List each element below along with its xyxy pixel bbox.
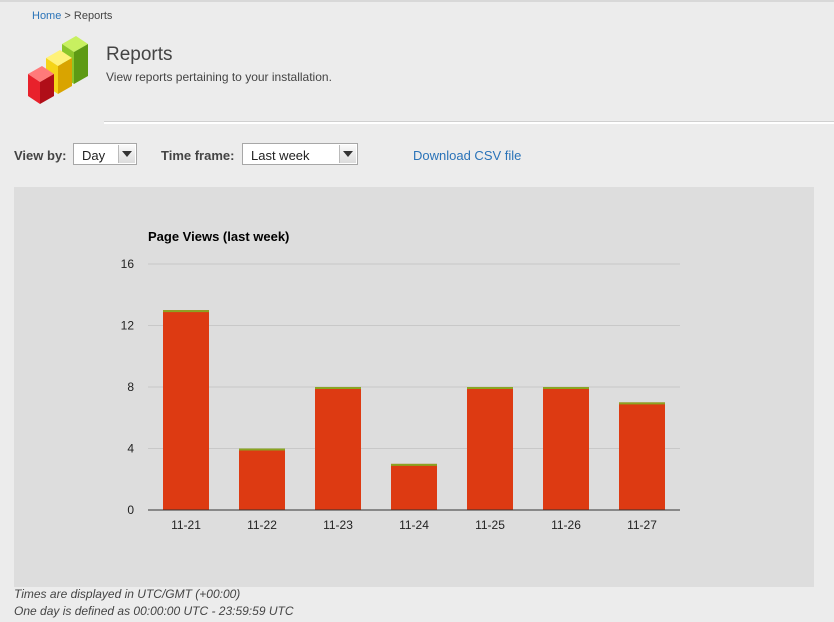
page-views-chart: Page Views (last week) 0 4 8 12 16 11-21 11-22 1… <box>121 229 680 532</box>
x-tick-label: 11-24 <box>399 518 429 532</box>
x-tick-label: 11-22 <box>247 518 277 532</box>
breadcrumb-current: Reports <box>73 10 113 22</box>
x-tick-label: 11-27 <box>627 518 657 532</box>
top-border <box>0 0 834 2</box>
bar-cap <box>239 448 285 451</box>
view-by-select[interactable]: Day <box>73 143 137 165</box>
breadcrumb-separator: > <box>61 10 74 22</box>
view-by-value: Day <box>82 148 106 163</box>
bar <box>391 463 437 510</box>
x-tick-label: 11-26 <box>551 518 581 532</box>
day-definition-note: One day is defined as 00:00:00 UTC - 23:… <box>14 604 294 618</box>
y-tick-label: 12 <box>121 319 135 333</box>
chart-panel: Page Views (last week) 0 4 8 12 16 11-21 11-22 1… <box>14 187 814 587</box>
breadcrumb-home-link[interactable]: Home <box>32 10 61 22</box>
bar-cap <box>619 402 665 405</box>
y-tick-label: 16 <box>121 257 135 271</box>
breadcrumb: Home > Reports <box>32 10 112 22</box>
page-subtitle: View reports pertaining to your installa… <box>106 70 332 84</box>
bar <box>467 387 513 510</box>
time-frame-select[interactable]: Last week <box>242 143 358 165</box>
bar <box>619 402 665 510</box>
chevron-down-icon[interactable] <box>118 145 135 163</box>
x-tick-label: 11-23 <box>323 518 353 532</box>
bar <box>315 387 361 510</box>
view-by-label: View by: <box>14 148 67 163</box>
bar <box>543 387 589 510</box>
download-csv-link[interactable]: Download CSV file <box>413 148 521 163</box>
bar-cap <box>543 387 589 389</box>
header-divider <box>104 121 834 124</box>
x-tick-label: 11-25 <box>475 518 505 532</box>
bar-cap <box>391 463 437 466</box>
bar-cap <box>467 387 513 389</box>
y-tick-label: 4 <box>127 442 134 456</box>
timezone-note: Times are displayed in UTC/GMT (+00:00) <box>14 587 241 601</box>
x-tick-label: 11-21 <box>171 518 201 532</box>
page-title: Reports <box>106 44 173 65</box>
chevron-down-icon[interactable] <box>339 145 356 163</box>
bar <box>163 310 209 510</box>
bar <box>239 448 285 510</box>
time-frame-value: Last week <box>251 148 310 163</box>
reports-bar-chart-icon <box>26 34 90 104</box>
y-tick-label: 0 <box>127 503 134 517</box>
y-tick-label: 8 <box>127 380 134 394</box>
time-frame-label: Time frame: <box>161 148 235 163</box>
chart-title: Page Views (last week) <box>148 229 289 244</box>
bar-cap <box>163 310 209 313</box>
bar-cap <box>315 387 361 389</box>
